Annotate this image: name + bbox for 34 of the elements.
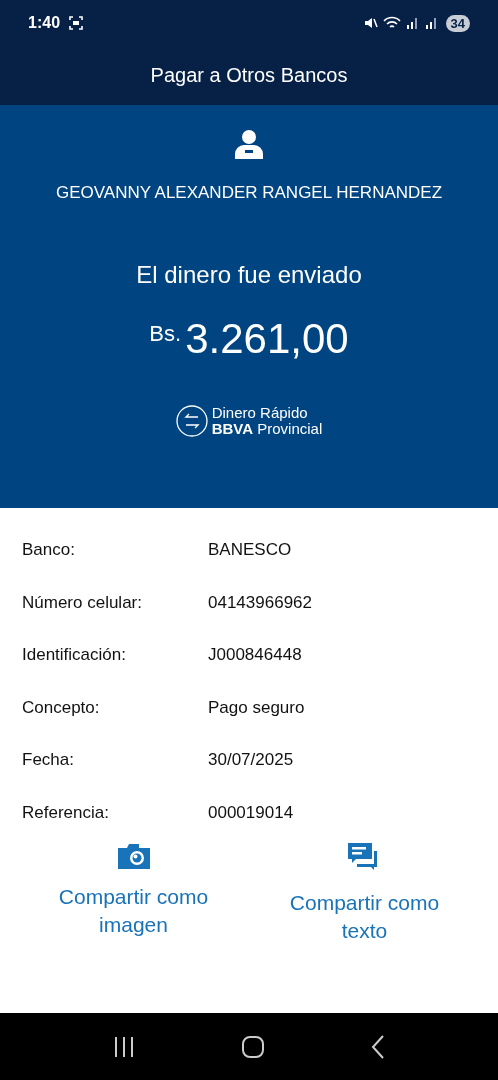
- detail-label: Concepto:: [22, 697, 101, 718]
- success-message: El dinero fue enviado: [136, 261, 362, 289]
- detail-label: Referencia:: [22, 802, 110, 823]
- battery-indicator: 34: [445, 14, 470, 32]
- detail-value: 04143966962: [208, 592, 312, 613]
- recipient-name: GEOVANNY ALEXANDER RANGEL HERNANDEZ: [55, 183, 443, 203]
- detail-label: Banco:: [22, 540, 76, 561]
- brand-name: Dinero Rápido: [211, 405, 309, 421]
- screenshot-icon: [69, 16, 84, 30]
- wifi-icon: [382, 16, 401, 30]
- mute-icon: [363, 16, 378, 30]
- share-button[interactable]: Compartir como imagen: [38, 843, 229, 945]
- detail-value: BANESCO: [208, 540, 292, 561]
- home-icon[interactable]: [241, 1034, 265, 1059]
- status-time: 1:40: [28, 14, 61, 32]
- person-icon: [235, 129, 263, 159]
- detail-value: Pago seguro: [208, 697, 305, 718]
- signal-icon: [424, 17, 439, 29]
- signal-icon: [405, 17, 420, 29]
- brand-name: BBVA Provincial: [211, 421, 323, 437]
- detail-label: Número celular:: [22, 592, 143, 613]
- camera-icon: [117, 843, 150, 869]
- detail-label: Fecha:: [22, 750, 75, 771]
- currency-symbol: Bs.: [149, 321, 182, 347]
- detail-value: 30/07/2025: [208, 750, 294, 771]
- amount: 3.261,00: [185, 315, 349, 363]
- detail-label: Identificación:: [22, 645, 127, 666]
- transfer-arrows-icon: [175, 405, 208, 437]
- share-button[interactable]: Compartir como texto: [269, 843, 460, 945]
- recent-apps-icon[interactable]: [113, 1036, 135, 1057]
- detail-value: J000846448: [208, 645, 302, 666]
- back-icon[interactable]: [371, 1034, 385, 1059]
- screen-title: Pagar a Otros Bancos: [150, 64, 348, 87]
- detail-value: 000019014: [208, 802, 294, 823]
